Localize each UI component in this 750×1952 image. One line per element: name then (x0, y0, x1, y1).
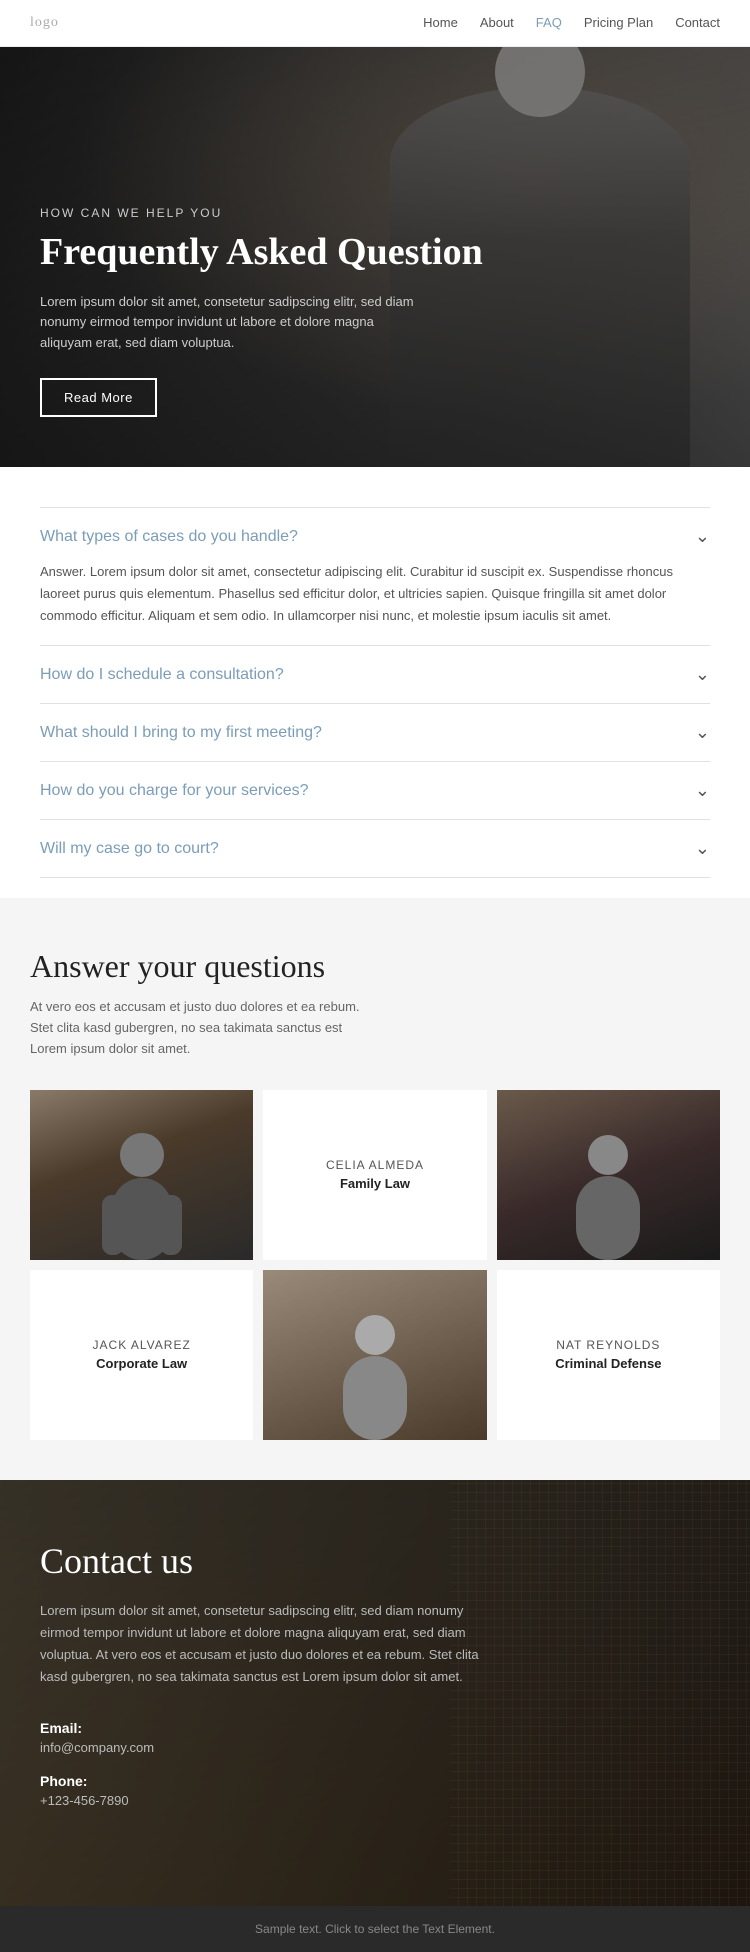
team-section: Answer your questions At vero eos et acc… (0, 898, 750, 1479)
faq-item-2: How do I schedule a consultation? ⌄ (40, 646, 710, 704)
person-silhouette-3 (335, 1310, 415, 1440)
chevron-down-icon-2: ⌄ (695, 664, 710, 685)
contact-email-label: Email: (40, 1720, 710, 1736)
faq-question-5[interactable]: Will my case go to court? ⌄ (40, 838, 710, 859)
contact-email-value[interactable]: info@company.com (40, 1740, 710, 1755)
nav-pricing[interactable]: Pricing Plan (584, 15, 653, 30)
contact-section: Contact us Lorem ipsum dolor sit amet, c… (0, 1480, 750, 1906)
faq-item-3: What should I bring to my first meeting?… (40, 704, 710, 762)
team-member-name-nat: NAT REYNOLDS (556, 1338, 660, 1352)
team-member-name-jack: JACK ALVAREZ (93, 1338, 191, 1352)
faq-question-text-4: How do you charge for your services? (40, 782, 309, 800)
team-member-role-nat: Criminal Defense (555, 1356, 661, 1371)
hero-content: HOW CAN WE HELP YOU Frequently Asked Que… (0, 206, 523, 417)
nav-contact[interactable]: Contact (675, 15, 720, 30)
faq-question-3[interactable]: What should I bring to my first meeting?… (40, 722, 710, 743)
team-card-photo-woman2[interactable] (263, 1270, 486, 1440)
faq-question-text-2: How do I schedule a consultation? (40, 666, 284, 684)
faq-section: What types of cases do you handle? ⌄ Ans… (0, 467, 750, 898)
footer: Sample text. Click to select the Text El… (0, 1906, 750, 1952)
navbar: logo Home About FAQ Pricing Plan Contact (0, 0, 750, 47)
person-silhouette-2 (568, 1130, 648, 1260)
team-photo-man1 (30, 1090, 253, 1260)
team-card-nat[interactable]: NAT REYNOLDS Criminal Defense (497, 1270, 720, 1440)
hero-description: Lorem ipsum dolor sit amet, consetetur s… (40, 292, 420, 354)
nav-about[interactable]: About (480, 15, 514, 30)
read-more-button[interactable]: Read More (40, 378, 157, 417)
footer-text[interactable]: Sample text. Click to select the Text El… (255, 1922, 495, 1936)
hero-title: Frequently Asked Question (40, 230, 483, 276)
team-photo-woman2 (263, 1270, 486, 1440)
faq-item-5: Will my case go to court? ⌄ (40, 820, 710, 878)
contact-phone-value[interactable]: +123-456-7890 (40, 1793, 710, 1808)
faq-question-4[interactable]: How do you charge for your services? ⌄ (40, 780, 710, 801)
chevron-down-icon-1: ⌄ (695, 526, 710, 547)
team-member-name-celia: CELIA ALMEDA (326, 1158, 424, 1172)
faq-answer-1: Answer. Lorem ipsum dolor sit amet, cons… (40, 561, 710, 627)
contact-description: Lorem ipsum dolor sit amet, consetetur s… (40, 1600, 480, 1688)
faq-item-1: What types of cases do you handle? ⌄ Ans… (40, 507, 710, 646)
faq-question-2[interactable]: How do I schedule a consultation? ⌄ (40, 664, 710, 685)
team-grid: CELIA ALMEDA Family Law JACK ALVAREZ Cor… (30, 1090, 720, 1440)
contact-phone-label: Phone: (40, 1773, 710, 1789)
faq-question-text-5: Will my case go to court? (40, 840, 219, 858)
nav-home[interactable]: Home (423, 15, 458, 30)
team-photo-woman1 (497, 1090, 720, 1260)
nav-faq[interactable]: FAQ (536, 15, 562, 30)
team-card-celia[interactable]: CELIA ALMEDA Family Law (263, 1090, 486, 1260)
team-member-role-jack: Corporate Law (96, 1356, 187, 1371)
faq-item-4: How do you charge for your services? ⌄ (40, 762, 710, 820)
hero-section: HOW CAN WE HELP YOU Frequently Asked Que… (0, 47, 750, 467)
team-member-role-celia: Family Law (340, 1176, 410, 1191)
nav-links: Home About FAQ Pricing Plan Contact (423, 14, 720, 32)
chevron-down-icon-5: ⌄ (695, 838, 710, 859)
team-section-title: Answer your questions (30, 948, 720, 985)
faq-question-text-1: What types of cases do you handle? (40, 528, 298, 546)
chevron-down-icon-3: ⌄ (695, 722, 710, 743)
faq-question-text-3: What should I bring to my first meeting? (40, 724, 322, 742)
team-section-description: At vero eos et accusam et justo duo dolo… (30, 997, 370, 1059)
person-silhouette-1 (102, 1130, 182, 1260)
logo: logo (30, 15, 59, 31)
contact-title: Contact us (40, 1540, 710, 1582)
hero-eyebrow: HOW CAN WE HELP YOU (40, 206, 483, 220)
chevron-down-icon-4: ⌄ (695, 780, 710, 801)
team-card-jack[interactable]: JACK ALVAREZ Corporate Law (30, 1270, 253, 1440)
team-card-photo-woman1[interactable] (497, 1090, 720, 1260)
faq-question-1[interactable]: What types of cases do you handle? ⌄ (40, 526, 710, 547)
contact-content: Contact us Lorem ipsum dolor sit amet, c… (40, 1540, 710, 1808)
team-card-photo-man1[interactable] (30, 1090, 253, 1260)
